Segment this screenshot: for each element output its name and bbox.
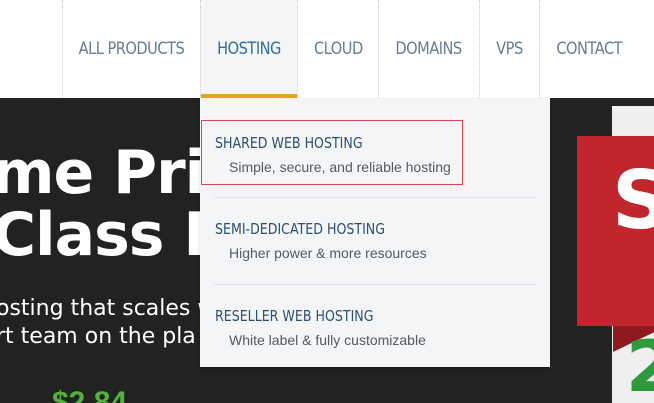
nav-item-vps[interactable]: VPS [479, 0, 539, 98]
nav-item-label: VPS [496, 39, 523, 59]
page: me Pric Class H osting that scales w rt … [0, 0, 654, 403]
dropdown-item-title: RESELLER WEB HOSTING [215, 307, 374, 325]
hero-subtitle-line-1: osting that scales w [0, 296, 216, 321]
dropdown-item-reseller-web-hosting[interactable]: RESELLER WEB HOSTING White label & fully… [200, 285, 550, 371]
hosting-dropdown-menu: SHARED WEB HOSTING Simple, secure, and r… [200, 98, 550, 367]
dropdown-item-semi-dedicated-hosting[interactable]: SEMI-DEDICATED HOSTING Higher power & mo… [200, 198, 550, 284]
nav-item-contact[interactable]: CONTACT [539, 0, 639, 98]
hover-highlight [201, 120, 463, 185]
nav-item-label: ALL PRODUCTS [78, 39, 185, 59]
dropdown-item-shared-web-hosting[interactable]: SHARED WEB HOSTING Simple, secure, and r… [200, 98, 550, 185]
nav-item-label: HOSTING [217, 39, 281, 59]
nav-item-all-products[interactable]: ALL PRODUCTS [62, 0, 200, 98]
dropdown-item-title: SEMI-DEDICATED HOSTING [215, 220, 385, 238]
dropdown-item-description: White label & fully customizable [229, 332, 426, 348]
dropdown-item-description: Simple, secure, and reliable hosting [229, 159, 451, 175]
dropdown-item-description: Higher power & more resources [229, 245, 427, 261]
promo-letter: S [612, 154, 654, 247]
hero-title-line-2: Class H [0, 200, 234, 270]
nav-item-cloud[interactable]: CLOUD [297, 0, 378, 98]
nav-item-domains[interactable]: DOMAINS [378, 0, 479, 98]
nav-item-label: CLOUD [313, 39, 363, 59]
promo-digit: 2 [626, 326, 654, 403]
nav-item-label: DOMAINS [395, 39, 463, 59]
nav-item-label: CONTACT [556, 39, 623, 59]
hero-price: $2.84 [52, 386, 128, 403]
nav-item-hosting[interactable]: HOSTING [200, 0, 297, 98]
dropdown-item-title: SHARED WEB HOSTING [215, 134, 363, 152]
hero-subtitle-line-2: rt team on the pla [0, 324, 196, 349]
main-nav: ALL PRODUCTS HOSTING CLOUD DOMAINS VPS C… [0, 0, 654, 98]
